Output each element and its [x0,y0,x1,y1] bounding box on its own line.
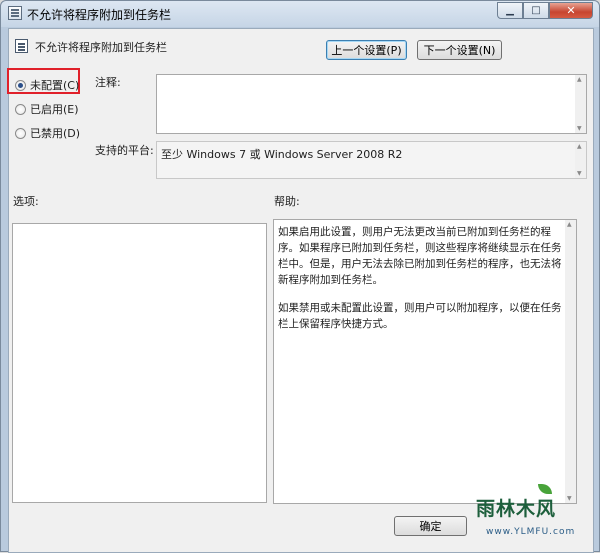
next-setting-button[interactable]: 下一个设置(N) [417,40,502,60]
radio-enabled[interactable]: 已启用(E) [15,101,79,117]
watermark-url: www.YLMFU.com [486,527,576,537]
platform-label: 支持的平台: [95,144,154,157]
radio-disabled[interactable]: 已禁用(D) [15,125,80,141]
ok-button[interactable]: 确定 [394,516,467,536]
scroll-down-icon[interactable]: ▼ [577,125,582,132]
help-paragraph: 如果启用此设置，则用户无法更改当前已附加到任务栏的程序。如果程序已附加到任务栏，… [278,226,562,286]
options-pane [12,223,267,503]
radio-not-configured[interactable]: 未配置(C) [15,77,79,93]
scroll-down-icon[interactable]: ▼ [577,170,582,177]
maximize-button[interactable]: □ [523,2,549,19]
minimize-button[interactable]: ▁ [497,2,523,19]
close-icon: ✕ [566,4,576,17]
radio-label: 未配置(C) [30,79,80,92]
title-bar[interactable]: 不允许将程序附加到任务栏 ▁ □ ✕ [1,1,599,27]
comment-label: 注释: [95,76,121,89]
maximize-icon: □ [531,5,541,16]
platform-scrollbar[interactable]: ▲ ▼ [575,142,586,178]
platform-value: 至少 Windows 7 或 Windows Server 2008 R2 [161,148,403,161]
comment-scrollbar[interactable]: ▲ ▼ [575,75,586,133]
scroll-up-icon[interactable]: ▲ [577,76,582,83]
previous-setting-button[interactable]: 上一个设置(P) [326,40,407,60]
comment-textarea[interactable]: ▲ ▼ [156,74,587,134]
radio-label: 已启用(E) [30,103,79,116]
policy-window: 不允许将程序附加到任务栏 ▁ □ ✕ 不允许将程序附加到任务栏 上一个设置(P)… [0,0,600,553]
scroll-up-icon[interactable]: ▲ [577,143,582,150]
setting-name: 不允许将程序附加到任务栏 [35,41,167,54]
setting-icon [15,39,28,53]
help-scrollbar[interactable]: ▲ ▼ [565,220,576,503]
scroll-up-icon[interactable]: ▲ [567,221,572,228]
dialog-body: 不允许将程序附加到任务栏 上一个设置(P) 下一个设置(N) 未配置(C) 已启… [7,28,594,553]
help-text: 如果启用此设置，则用户无法更改当前已附加到任务栏的程序。如果程序已附加到任务栏，… [278,224,562,344]
help-label: 帮助: [274,195,300,208]
help-pane[interactable]: 如果启用此设置，则用户无法更改当前已附加到任务栏的程序。如果程序已附加到任务栏，… [273,219,577,504]
watermark-logo: 雨林木风 www.YLMFU.com [468,482,594,544]
leaf-icon [538,484,552,494]
close-button[interactable]: ✕ [549,2,593,19]
options-label: 选项: [13,195,39,208]
policy-setting-icon [8,6,22,20]
watermark-text: 雨林木风 [476,498,557,520]
radio-button-icon [15,103,26,115]
minimize-icon: ▁ [506,5,514,16]
radio-button-icon [15,79,26,91]
help-paragraph: 如果禁用或未配置此设置，则用户可以附加程序，以便在任务栏上保留程序快捷方式。 [278,302,562,330]
radio-label: 已禁用(D) [30,127,81,140]
window-controls: ▁ □ ✕ [497,2,593,20]
platform-field: 至少 Windows 7 或 Windows Server 2008 R2 ▲ … [156,141,587,179]
radio-button-icon [15,127,26,139]
window-title: 不允许将程序附加到任务栏 [27,8,172,22]
